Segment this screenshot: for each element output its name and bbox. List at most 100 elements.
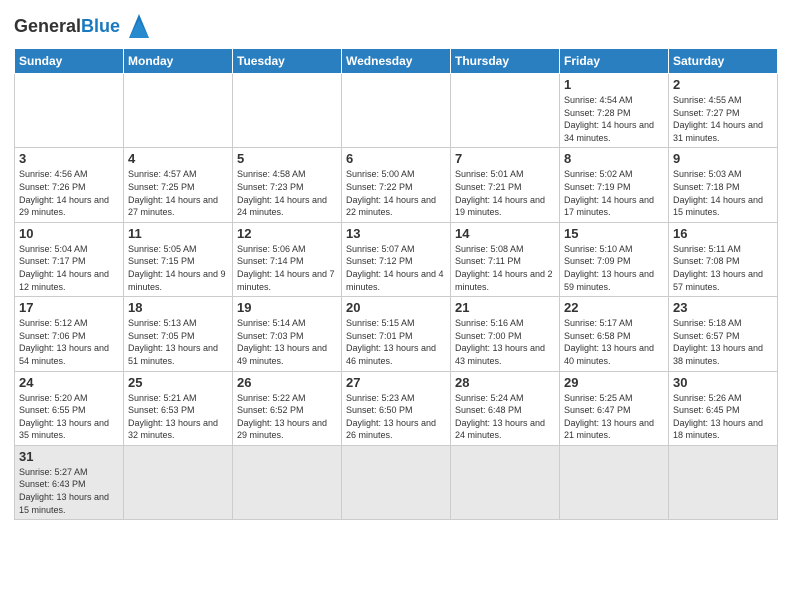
day-number: 28 — [455, 375, 555, 390]
day-info: Sunrise: 4:57 AM Sunset: 7:25 PM Dayligh… — [128, 168, 228, 218]
day-number: 27 — [346, 375, 446, 390]
day-info: Sunrise: 4:54 AM Sunset: 7:28 PM Dayligh… — [564, 94, 664, 144]
day-number: 11 — [128, 226, 228, 241]
day-info: Sunrise: 5:24 AM Sunset: 6:48 PM Dayligh… — [455, 392, 555, 442]
header: GeneralBlue — [14, 10, 778, 42]
calendar-cell — [560, 445, 669, 519]
weekday-header-tuesday: Tuesday — [233, 49, 342, 74]
day-info: Sunrise: 5:00 AM Sunset: 7:22 PM Dayligh… — [346, 168, 446, 218]
day-number: 12 — [237, 226, 337, 241]
day-info: Sunrise: 5:04 AM Sunset: 7:17 PM Dayligh… — [19, 243, 119, 293]
calendar-cell: 23 Sunrise: 5:18 AM Sunset: 6:57 PM Dayli… — [669, 297, 778, 371]
calendar-cell: 12 Sunrise: 5:06 AM Sunset: 7:14 PM Dayli… — [233, 222, 342, 296]
day-info: Sunrise: 5:02 AM Sunset: 7:19 PM Dayligh… — [564, 168, 664, 218]
weekday-header-thursday: Thursday — [451, 49, 560, 74]
day-info: Sunrise: 5:03 AM Sunset: 7:18 PM Dayligh… — [673, 168, 773, 218]
day-number: 6 — [346, 151, 446, 166]
calendar-cell: 17Sunrise: 5:12 AM Sunset: 7:06 PM Dayli… — [15, 297, 124, 371]
day-number: 2 — [673, 77, 773, 92]
calendar-cell — [342, 74, 451, 148]
day-number: 10 — [19, 226, 119, 241]
calendar-cell: 22Sunrise: 5:17 AM Sunset: 6:58 PM Dayli… — [560, 297, 669, 371]
calendar-cell — [124, 74, 233, 148]
calendar-header-row: SundayMondayTuesdayWednesdayThursdayFrid… — [15, 49, 778, 74]
calendar-cell: 13 Sunrise: 5:07 AM Sunset: 7:12 PM Dayli… — [342, 222, 451, 296]
day-number: 5 — [237, 151, 337, 166]
day-number: 1 — [564, 77, 664, 92]
day-number: 18 — [128, 300, 228, 315]
calendar-cell: 8 Sunrise: 5:02 AM Sunset: 7:19 PM Daylig… — [560, 148, 669, 222]
day-number: 22 — [564, 300, 664, 315]
calendar-table: SundayMondayTuesdayWednesdayThursdayFrid… — [14, 48, 778, 520]
calendar-cell — [233, 74, 342, 148]
calendar-cell: 10 Sunrise: 5:04 AM Sunset: 7:17 PM Dayli… — [15, 222, 124, 296]
logo: GeneralBlue — [14, 10, 155, 42]
calendar-cell — [15, 74, 124, 148]
calendar-cell: 7 Sunrise: 5:01 AM Sunset: 7:21 PM Daylig… — [451, 148, 560, 222]
calendar-cell: 19Sunrise: 5:14 AM Sunset: 7:03 PM Dayli… — [233, 297, 342, 371]
day-info: Sunrise: 5:08 AM Sunset: 7:11 PM Dayligh… — [455, 243, 555, 293]
calendar-cell: 1 Sunrise: 4:54 AM Sunset: 7:28 PM Daylig… — [560, 74, 669, 148]
calendar-cell: 6 Sunrise: 5:00 AM Sunset: 7:22 PM Daylig… — [342, 148, 451, 222]
calendar-cell: 29 Sunrise: 5:25 AM Sunset: 6:47 PM Dayli… — [560, 371, 669, 445]
calendar-week-row: 10 Sunrise: 5:04 AM Sunset: 7:17 PM Dayli… — [15, 222, 778, 296]
day-info: Sunrise: 5:07 AM Sunset: 7:12 PM Dayligh… — [346, 243, 446, 293]
day-info: Sunrise: 5:25 AM Sunset: 6:47 PM Dayligh… — [564, 392, 664, 442]
calendar-week-row: 17Sunrise: 5:12 AM Sunset: 7:06 PM Dayli… — [15, 297, 778, 371]
day-info: Sunrise: 5:05 AM Sunset: 7:15 PM Dayligh… — [128, 243, 228, 293]
calendar-week-row: 1 Sunrise: 4:54 AM Sunset: 7:28 PM Daylig… — [15, 74, 778, 148]
logo-text-general: General — [14, 16, 81, 36]
calendar-cell — [451, 74, 560, 148]
day-info: Sunrise: 5:22 AM Sunset: 6:52 PM Dayligh… — [237, 392, 337, 442]
weekday-header-sunday: Sunday — [15, 49, 124, 74]
calendar-cell — [669, 445, 778, 519]
calendar-cell — [451, 445, 560, 519]
calendar-cell — [342, 445, 451, 519]
day-info: Sunrise: 5:27 AM Sunset: 6:43 PM Dayligh… — [19, 466, 119, 516]
day-info: Sunrise: 5:12 AM Sunset: 7:06 PM Dayligh… — [19, 317, 119, 367]
calendar-cell: 16 Sunrise: 5:11 AM Sunset: 7:08 PM Dayli… — [669, 222, 778, 296]
logo-icon — [123, 10, 155, 42]
calendar-cell: 20Sunrise: 5:15 AM Sunset: 7:01 PM Dayli… — [342, 297, 451, 371]
day-info: Sunrise: 5:13 AM Sunset: 7:05 PM Dayligh… — [128, 317, 228, 367]
day-info: Sunrise: 4:55 AM Sunset: 7:27 PM Dayligh… — [673, 94, 773, 144]
day-info: Sunrise: 5:20 AM Sunset: 6:55 PM Dayligh… — [19, 392, 119, 442]
calendar-cell: 31Sunrise: 5:27 AM Sunset: 6:43 PM Dayli… — [15, 445, 124, 519]
day-number: 29 — [564, 375, 664, 390]
day-number: 4 — [128, 151, 228, 166]
calendar-cell: 11 Sunrise: 5:05 AM Sunset: 7:15 PM Dayli… — [124, 222, 233, 296]
calendar-cell — [124, 445, 233, 519]
calendar-cell — [233, 445, 342, 519]
day-info: Sunrise: 5:06 AM Sunset: 7:14 PM Dayligh… — [237, 243, 337, 293]
day-number: 23 — [673, 300, 773, 315]
day-number: 7 — [455, 151, 555, 166]
day-number: 21 — [455, 300, 555, 315]
day-info: Sunrise: 4:56 AM Sunset: 7:26 PM Dayligh… — [19, 168, 119, 218]
day-info: Sunrise: 5:01 AM Sunset: 7:21 PM Dayligh… — [455, 168, 555, 218]
day-info: Sunrise: 5:23 AM Sunset: 6:50 PM Dayligh… — [346, 392, 446, 442]
day-number: 16 — [673, 226, 773, 241]
day-info: Sunrise: 5:16 AM Sunset: 7:00 PM Dayligh… — [455, 317, 555, 367]
calendar-cell: 28 Sunrise: 5:24 AM Sunset: 6:48 PM Dayli… — [451, 371, 560, 445]
calendar-week-row: 31Sunrise: 5:27 AM Sunset: 6:43 PM Dayli… — [15, 445, 778, 519]
day-info: Sunrise: 5:21 AM Sunset: 6:53 PM Dayligh… — [128, 392, 228, 442]
day-number: 8 — [564, 151, 664, 166]
calendar-cell: 21 Sunrise: 5:16 AM Sunset: 7:00 PM Dayli… — [451, 297, 560, 371]
calendar-cell: 2 Sunrise: 4:55 AM Sunset: 7:27 PM Daylig… — [669, 74, 778, 148]
calendar-cell: 4 Sunrise: 4:57 AM Sunset: 7:25 PM Daylig… — [124, 148, 233, 222]
weekday-header-friday: Friday — [560, 49, 669, 74]
day-number: 9 — [673, 151, 773, 166]
day-info: Sunrise: 5:18 AM Sunset: 6:57 PM Dayligh… — [673, 317, 773, 367]
day-info: Sunrise: 5:11 AM Sunset: 7:08 PM Dayligh… — [673, 243, 773, 293]
day-number: 15 — [564, 226, 664, 241]
day-number: 19 — [237, 300, 337, 315]
day-number: 30 — [673, 375, 773, 390]
calendar-cell: 30Sunrise: 5:26 AM Sunset: 6:45 PM Dayli… — [669, 371, 778, 445]
day-number: 13 — [346, 226, 446, 241]
calendar-week-row: 24 Sunrise: 5:20 AM Sunset: 6:55 PM Dayli… — [15, 371, 778, 445]
day-number: 24 — [19, 375, 119, 390]
calendar-cell: 3Sunrise: 4:56 AM Sunset: 7:26 PM Daylig… — [15, 148, 124, 222]
calendar-cell: 5Sunrise: 4:58 AM Sunset: 7:23 PM Daylig… — [233, 148, 342, 222]
weekday-header-monday: Monday — [124, 49, 233, 74]
day-number: 14 — [455, 226, 555, 241]
